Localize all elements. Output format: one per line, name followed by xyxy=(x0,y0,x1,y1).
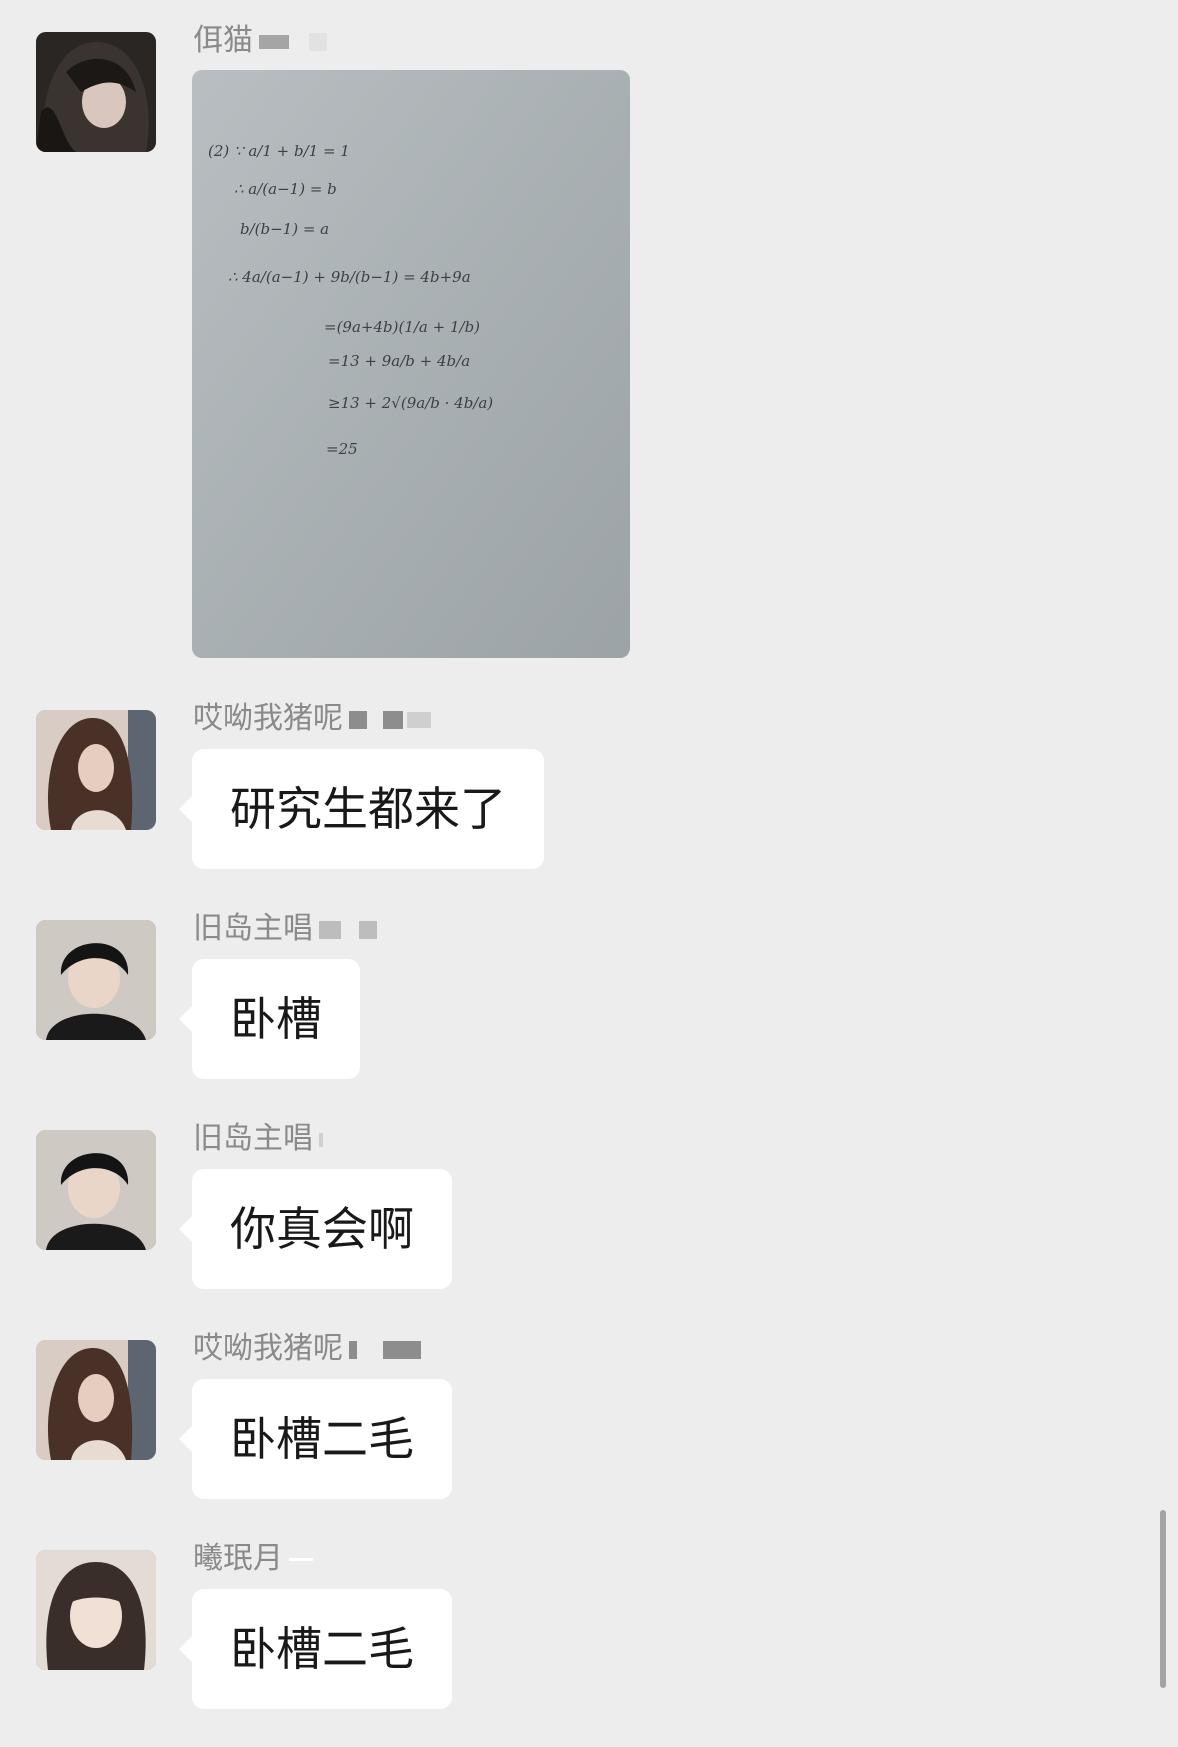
sender-name: 佴猫 xyxy=(193,22,327,60)
redacted-blur xyxy=(359,920,377,939)
message-bubble[interactable]: 卧槽二毛 xyxy=(179,1379,452,1499)
redacted-blur xyxy=(407,711,431,728)
handwriting-line: ≥13 + 2√(9a/b · 4b/a) xyxy=(328,394,493,412)
handwriting-line: b/(b−1) = a xyxy=(240,220,329,238)
message-bubble[interactable]: 卧槽二毛 xyxy=(179,1589,452,1709)
handwritten-math-photo: (2) ∵ a/1 + b/1 = 1 ∴ a/(a−1) = b b/(b−1… xyxy=(192,70,630,658)
avatar[interactable] xyxy=(36,32,156,152)
avatar[interactable] xyxy=(36,1130,156,1250)
avatar[interactable] xyxy=(36,920,156,1040)
handwriting-line: =25 xyxy=(326,440,358,458)
girl-long-hair-avatar-icon xyxy=(36,710,156,830)
message-bubble[interactable]: 卧槽 xyxy=(179,959,360,1079)
handwriting-line: =13 + 9a/b + 4b/a xyxy=(328,352,470,370)
avatar[interactable] xyxy=(36,1340,156,1460)
girl-bangs-avatar-icon xyxy=(36,1550,156,1670)
avatar[interactable] xyxy=(36,710,156,830)
redacted-blur xyxy=(289,1558,313,1561)
redacted-blur xyxy=(259,34,289,49)
scrollbar[interactable] xyxy=(1160,1510,1166,1688)
redacted-blur xyxy=(383,1340,421,1359)
redacted-blur xyxy=(383,710,403,729)
redacted-blur xyxy=(309,32,327,51)
boy-black-hair-avatar-icon xyxy=(36,1130,156,1250)
avatar[interactable] xyxy=(36,1550,156,1670)
message-bubble[interactable]: 你真会啊 xyxy=(179,1169,452,1289)
message-bubble[interactable]: 研究生都来了 xyxy=(179,749,544,869)
sender-name: 旧岛主唱 xyxy=(193,910,377,948)
sender-name: 哎呦我猪呢 xyxy=(193,1330,421,1368)
redacted-blur xyxy=(319,920,341,939)
handwriting-line: ∴ 4a/(a−1) + 9b/(b−1) = 4b+9a xyxy=(228,268,471,286)
redacted-blur xyxy=(349,710,367,729)
sender-name: 旧岛主唱 xyxy=(193,1120,323,1158)
handwriting-line: =(9a+4b)(1/a + 1/b) xyxy=(324,318,480,336)
girl-dark-hair-avatar-icon xyxy=(36,32,156,152)
handwriting-line: (2) ∵ a/1 + b/1 = 1 xyxy=(208,142,350,160)
boy-black-hair-avatar-icon xyxy=(36,920,156,1040)
sender-name: 曦珉月 xyxy=(193,1540,313,1578)
handwriting-line: ∴ a/(a−1) = b xyxy=(234,180,337,198)
redacted-blur xyxy=(349,1340,357,1359)
image-message[interactable]: (2) ∵ a/1 + b/1 = 1 ∴ a/(a−1) = b b/(b−1… xyxy=(192,70,630,658)
girl-long-hair-avatar-icon xyxy=(36,1340,156,1460)
redacted-blur xyxy=(319,1132,323,1147)
sender-name: 哎呦我猪呢 xyxy=(193,700,431,738)
